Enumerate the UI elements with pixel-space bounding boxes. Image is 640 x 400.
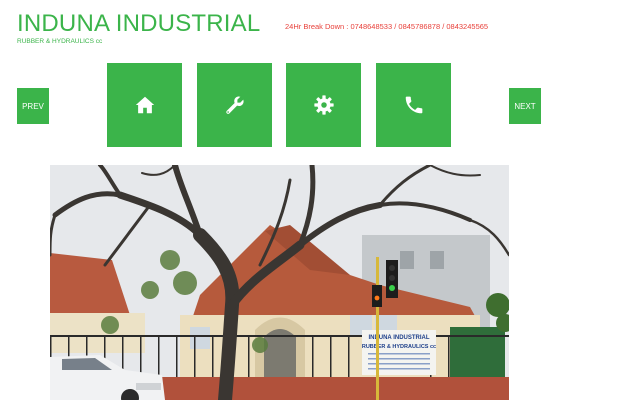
sign-line2: RUBBER & HYDRAULICS cc (362, 344, 436, 350)
tile-phone[interactable] (376, 63, 451, 147)
page: INDUNA INDUSTRIAL RUBBER & HYDRAULICS cc… (0, 0, 640, 400)
hero-photo: INDUNA INDUSTRIAL RUBBER & HYDRAULICS cc (50, 165, 509, 400)
next-button[interactable]: NEXT (509, 88, 541, 124)
tile-gear[interactable] (286, 63, 361, 147)
brand-name[interactable]: INDUNA INDUSTRIAL (17, 10, 260, 38)
home-icon (135, 96, 154, 114)
tile-wrench[interactable] (197, 63, 272, 147)
prev-button[interactable]: PREV (17, 88, 49, 124)
tile-home[interactable] (107, 63, 182, 147)
phone-icon (405, 96, 422, 114)
brand-tagline: RUBBER & HYDRAULICS cc (17, 38, 103, 45)
brand[interactable]: INDUNA INDUSTRIAL RUBBER & HYDRAULICS cc (17, 10, 260, 46)
gear-icon (313, 95, 334, 115)
wrench-icon (225, 96, 244, 114)
breakdown-contact: 24Hr Break Down : 0748648533 / 084578687… (285, 22, 489, 31)
building-scene: INDUNA INDUSTRIAL RUBBER & HYDRAULICS cc (50, 165, 509, 400)
